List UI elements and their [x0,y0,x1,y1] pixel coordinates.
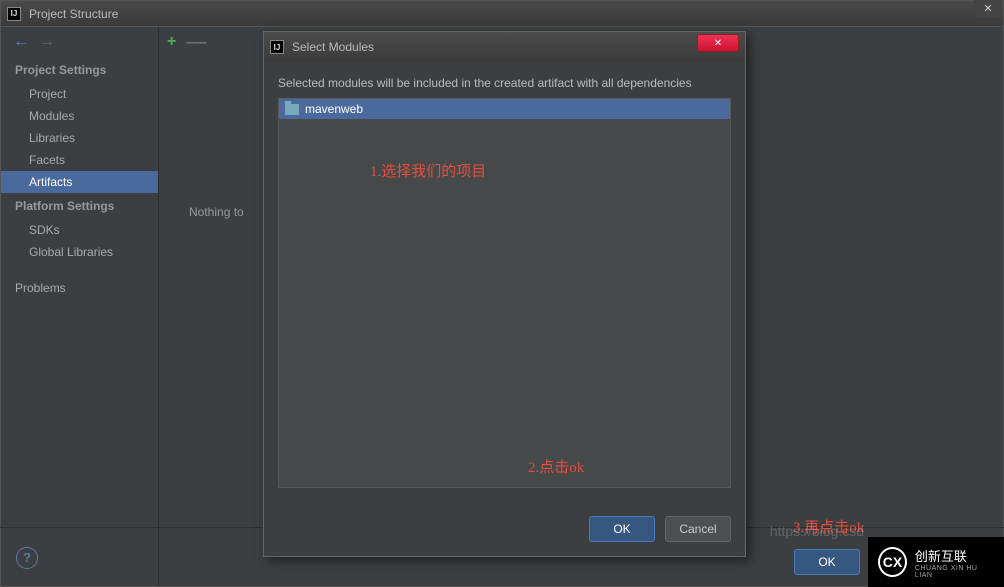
main-titlebar: Project Structure ✕ [1,1,1003,27]
sidebar-item-artifacts[interactable]: Artifacts [1,171,158,193]
dialog-body: Selected modules will be included in the… [264,62,745,502]
folder-icon [285,104,299,115]
nav-back-icon[interactable]: ← [13,33,29,51]
dialog-app-icon [270,40,284,54]
window-title: Project Structure [29,7,118,21]
close-icon: ✕ [714,38,722,49]
window-controls: ✕ [972,0,1002,18]
sidebar-item-modules[interactable]: Modules [1,105,158,127]
dialog-ok-button[interactable]: OK [589,516,655,542]
help-button[interactable]: ? [16,547,38,569]
dialog-close-button[interactable]: ✕ [697,34,739,52]
nav-forward-icon[interactable]: → [39,33,55,51]
dialog-buttons: OK Cancel [264,502,745,556]
sidebar-item-problems[interactable]: Problems [1,277,158,299]
sidebar-item-libraries[interactable]: Libraries [1,127,158,149]
dialog-title: Select Modules [292,40,374,54]
sidebar-item-facets[interactable]: Facets [1,149,158,171]
module-list[interactable]: mavenweb [278,98,731,488]
dialog-cancel-button[interactable]: Cancel [665,516,731,542]
brand-mark-icon: CX [878,547,907,577]
dialog-titlebar: Select Modules ✕ [264,32,745,62]
sidebar: ← → Project Settings Project Modules Lib… [1,27,159,586]
select-modules-dialog: Select Modules ✕ Selected modules will b… [263,31,746,557]
brand-name: 创新互联 [915,546,994,565]
app-icon [7,7,21,21]
remove-icon[interactable]: — [186,35,206,49]
watermark-url: https://blog.csd [770,523,864,539]
main-ok-button[interactable]: OK [794,549,860,575]
window-close-button[interactable]: ✕ [974,0,1002,18]
section-platform-settings: Platform Settings [1,193,158,219]
sidebar-nav: ← → [1,27,158,57]
sidebar-item-project[interactable]: Project [1,83,158,105]
brand-logo: CX 创新互联 CHUANG XIN HU LIAN [868,537,1004,587]
brand-sub: CHUANG XIN HU LIAN [915,565,994,579]
sidebar-item-sdks[interactable]: SDKs [1,219,158,241]
empty-placeholder: Nothing to [189,205,244,219]
dialog-description: Selected modules will be included in the… [278,76,731,90]
brand-text: 创新互联 CHUANG XIN HU LIAN [915,546,994,579]
section-project-settings: Project Settings [1,57,158,83]
module-label: mavenweb [305,102,363,116]
sidebar-item-global-libraries[interactable]: Global Libraries [1,241,158,263]
module-item-mavenweb[interactable]: mavenweb [279,99,730,119]
add-icon[interactable]: + [167,33,176,51]
